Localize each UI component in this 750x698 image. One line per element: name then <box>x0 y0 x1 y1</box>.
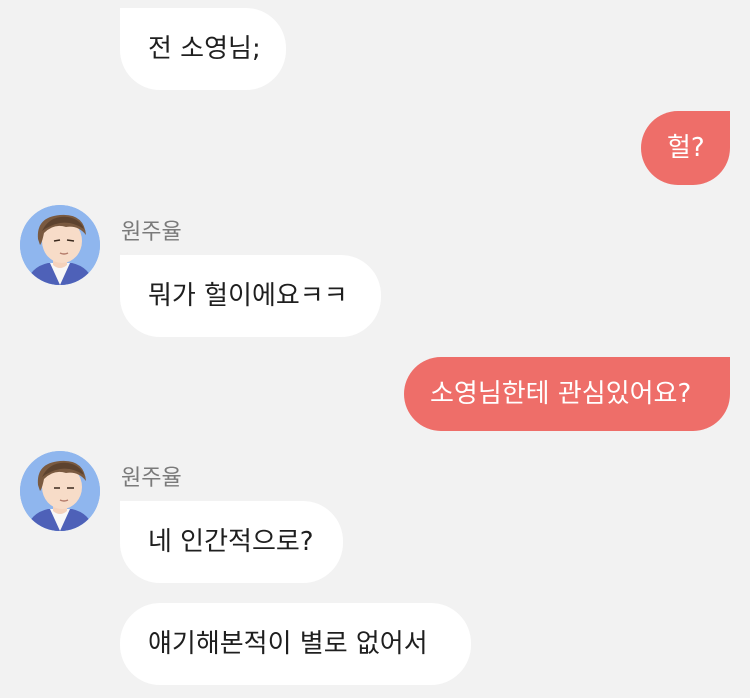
message-text: 네 인간적으로? <box>148 527 314 557</box>
message-bubble-incoming: 얘기해본적이 별로 없어서 <box>120 603 471 685</box>
profile-picture-icon <box>20 451 100 531</box>
message-bubble-outgoing: 헐? <box>641 111 730 185</box>
message-text: 소영님한테 관심있어요? <box>430 379 692 409</box>
message-bubble-outgoing: 소영님한테 관심있어요? <box>404 357 730 431</box>
message-text: 얘기해본적이 별로 없어서 <box>148 629 428 659</box>
message-bubble-incoming: 네 인간적으로? <box>120 501 343 583</box>
message-bubble-incoming: 뭐가 헐이에요ㅋㅋ <box>120 255 381 337</box>
message-bubble-incoming: 전 소영님; <box>120 8 286 90</box>
profile-picture-icon <box>20 205 100 285</box>
sender-name: 원주율 <box>121 220 182 245</box>
sender-name: 원주율 <box>121 466 182 491</box>
message-text: 전 소영님; <box>148 34 261 64</box>
avatar[interactable] <box>20 451 100 531</box>
avatar[interactable] <box>20 205 100 285</box>
message-text: 뭐가 헐이에요ㅋㅋ <box>148 281 348 311</box>
message-text: 헐? <box>667 133 705 163</box>
